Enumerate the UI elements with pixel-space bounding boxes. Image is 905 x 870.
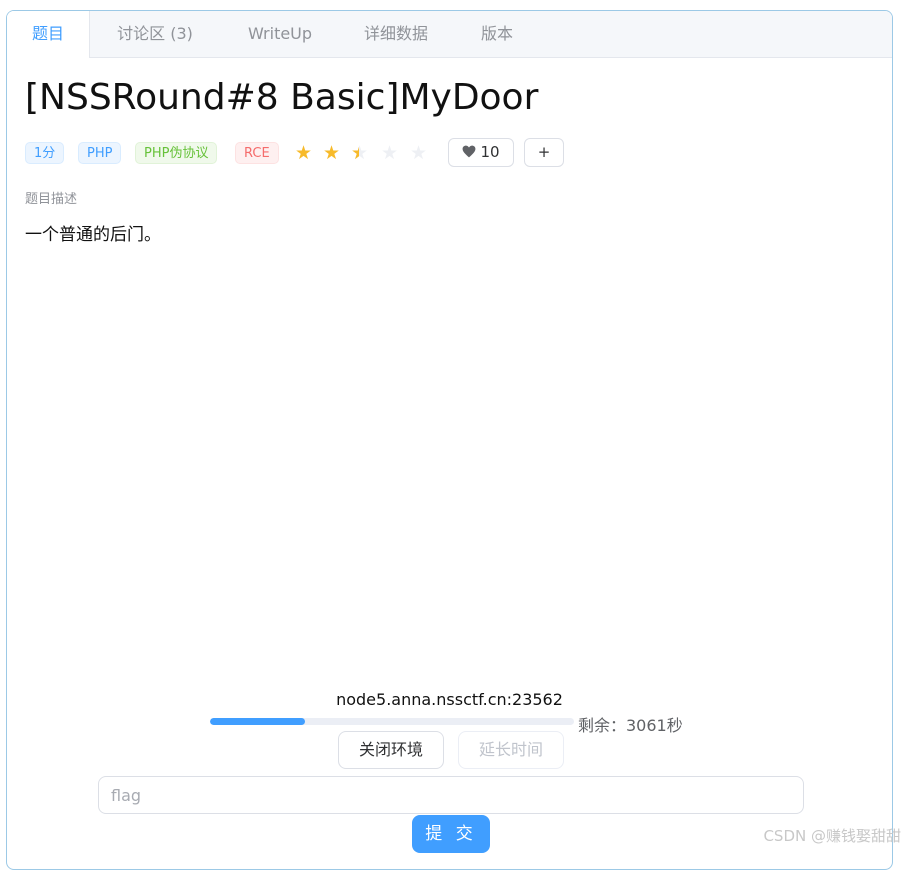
- tab-details[interactable]: 详细数据: [351, 11, 441, 57]
- close-env-button[interactable]: 关闭环境: [338, 731, 444, 769]
- heart-icon: [462, 145, 476, 158]
- like-button[interactable]: 10: [448, 138, 514, 167]
- tag-php: PHP: [78, 142, 121, 164]
- add-button[interactable]: +: [524, 138, 564, 167]
- plus-icon: +: [538, 143, 551, 161]
- extend-time-button[interactable]: 延长时间: [458, 731, 564, 769]
- star-icon[interactable]: ★: [323, 143, 340, 163]
- watermark: CSDN @赚钱娶甜甜: [763, 825, 901, 846]
- instance-address: node5.anna.nssctf.cn:23562: [7, 690, 892, 709]
- problem-description: 一个普通的后门。: [25, 220, 161, 245]
- tab-discussion[interactable]: 讨论区 (3): [103, 11, 207, 57]
- star-icon[interactable]: ★: [381, 143, 398, 163]
- problem-card: 题目 讨论区 (3) WriteUp 详细数据 版本 [NSSRound#8 B…: [6, 10, 893, 870]
- star-icon[interactable]: ★: [410, 143, 427, 163]
- tag-score: 1分: [25, 142, 64, 164]
- tab-bar: 题目 讨论区 (3) WriteUp 详细数据 版本: [7, 11, 892, 58]
- tab-version[interactable]: 版本: [467, 11, 527, 57]
- problem-title: [NSSRound#8 Basic]MyDoor: [25, 77, 538, 118]
- star-icon[interactable]: ★: [295, 143, 312, 163]
- submit-button[interactable]: 提 交: [412, 815, 490, 853]
- time-progress-bar: [210, 718, 574, 725]
- tag-rce: RCE: [235, 142, 279, 164]
- tag-php-wrapper: PHP伪协议: [135, 142, 217, 164]
- tab-writeup[interactable]: WriteUp: [235, 11, 325, 57]
- description-label: 题目描述: [25, 188, 77, 207]
- time-progress-fill: [210, 718, 305, 725]
- flag-input[interactable]: [98, 776, 804, 814]
- remaining-time: 剩余：3061秒: [578, 712, 683, 736]
- half-star-icon[interactable]: ★★: [351, 143, 368, 163]
- tab-problem[interactable]: 题目: [7, 11, 90, 58]
- like-count: 10: [480, 143, 499, 161]
